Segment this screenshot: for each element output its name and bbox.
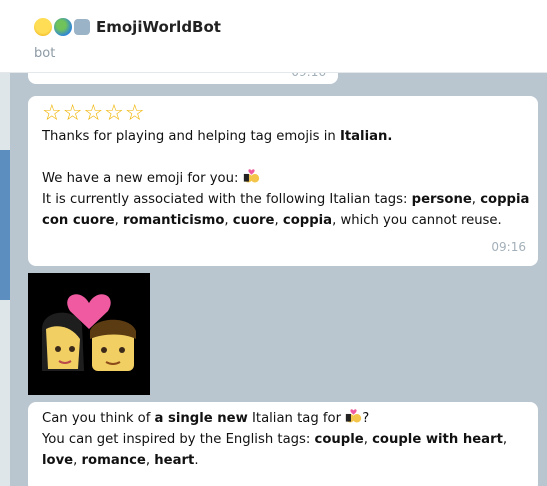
tag: heart bbox=[154, 453, 195, 468]
sticker-image[interactable] bbox=[28, 273, 150, 395]
couple-with-heart-emoji-icon bbox=[346, 409, 362, 423]
message-line: Can you think of a single new Italian ta… bbox=[42, 408, 537, 429]
previous-message-bubble: 09:16 bbox=[28, 72, 338, 84]
globe-emoji-icon bbox=[54, 18, 72, 36]
message-line: We have a new emoji for you: bbox=[42, 168, 537, 189]
tag: love bbox=[42, 453, 74, 468]
robot-emoji-icon bbox=[74, 19, 90, 35]
chat-header: EmojiWorldBot bot bbox=[0, 0, 547, 73]
tag: couple bbox=[314, 432, 364, 447]
tag: coppia bbox=[282, 213, 333, 228]
tag: cuore bbox=[232, 213, 275, 228]
tag: romance bbox=[81, 453, 146, 468]
chat-title[interactable]: EmojiWorldBot bbox=[34, 18, 221, 36]
laughing-emoji-icon bbox=[34, 18, 52, 36]
rating-stars-icon: ☆☆☆☆☆ bbox=[42, 101, 146, 126]
message-line: You can get inspired by the English tags… bbox=[42, 432, 508, 468]
message-line: It is currently associated with the foll… bbox=[42, 192, 530, 228]
bot-subtitle: bot bbox=[34, 46, 56, 61]
message-bubble-question: Can you think of a single new Italian ta… bbox=[28, 402, 538, 486]
message-line: Thanks for playing and helping tag emoji… bbox=[42, 129, 393, 144]
bot-name: EmojiWorldBot bbox=[96, 18, 221, 36]
couple-with-heart-emoji-icon bbox=[243, 169, 259, 183]
chat-area[interactable]: 09:16 ☆☆☆☆☆ Thanks for playing and helpi… bbox=[0, 72, 547, 486]
tag: romanticismo bbox=[122, 213, 225, 228]
message-time: 09:16 bbox=[491, 240, 526, 254]
scroll-indicator[interactable] bbox=[0, 150, 10, 300]
tag: persone bbox=[411, 192, 472, 207]
message-bubble-rating: ☆☆☆☆☆ Thanks for playing and helping tag… bbox=[28, 96, 538, 266]
couple-with-heart-emoji-icon bbox=[28, 273, 150, 395]
message-time: 09:16 bbox=[291, 72, 326, 79]
tag: couple with heart bbox=[372, 432, 503, 447]
